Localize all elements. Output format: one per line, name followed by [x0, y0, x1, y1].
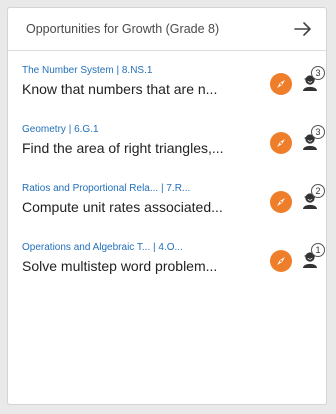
growth-card: Opportunities for Growth (Grade 8) The N… — [7, 7, 327, 405]
students-button[interactable]: 3 — [301, 66, 326, 95]
students-button[interactable]: 2 — [301, 184, 326, 213]
explore-button[interactable] — [270, 73, 292, 95]
compass-icon — [277, 80, 285, 88]
standard-description[interactable]: Compute unit rates associated... — [22, 199, 262, 216]
compass-icon — [277, 198, 285, 206]
standard-code: 6.G.1 — [74, 124, 99, 135]
student-count-badge: 3 — [311, 66, 325, 80]
standard-description[interactable]: Solve multistep word problem... — [22, 258, 262, 275]
list-item: Geometry | 6.G.1 Find the area of right … — [8, 124, 326, 183]
list-item: The Number System | 8.NS.1 Know that num… — [8, 65, 326, 124]
standard-link[interactable]: Operations and Algebraic T... | 4.O... — [22, 242, 252, 254]
standard-code: 7.R... — [166, 183, 191, 194]
student-count-badge: 3 — [311, 125, 325, 139]
explore-button[interactable] — [270, 191, 292, 213]
domain-name: Operations and Algebraic T... — [22, 242, 151, 253]
standard-code: 4.O... — [158, 242, 183, 253]
arrow-right-icon — [294, 22, 311, 36]
standard-description[interactable]: Find the area of right triangles,... — [22, 140, 262, 157]
compass-icon — [277, 257, 285, 265]
list-item: Ratios and Proportional Rela... | 7.R...… — [8, 183, 326, 242]
domain-name: Geometry — [22, 124, 66, 135]
view-all-button[interactable] — [291, 17, 315, 41]
explore-button[interactable] — [270, 132, 292, 154]
standard-link[interactable]: Geometry | 6.G.1 — [22, 124, 252, 136]
standards-list: The Number System | 8.NS.1 Know that num… — [8, 51, 326, 301]
student-count-badge: 1 — [311, 243, 325, 257]
domain-name: The Number System — [22, 65, 114, 76]
standard-link[interactable]: Ratios and Proportional Rela... | 7.R... — [22, 183, 252, 195]
standard-description[interactable]: Know that numbers that are n... — [22, 81, 262, 98]
explore-button[interactable] — [270, 250, 292, 272]
card-header: Opportunities for Growth (Grade 8) — [8, 8, 326, 51]
list-item: Operations and Algebraic T... | 4.O... S… — [8, 242, 326, 301]
domain-name: Ratios and Proportional Rela... — [22, 183, 159, 194]
card-title: Opportunities for Growth (Grade 8) — [26, 22, 220, 36]
students-button[interactable]: 3 — [301, 125, 326, 154]
standard-link[interactable]: The Number System | 8.NS.1 — [22, 65, 252, 77]
compass-icon — [277, 139, 285, 147]
students-button[interactable]: 1 — [301, 243, 326, 272]
standard-code: 8.NS.1 — [121, 65, 153, 76]
student-count-badge: 2 — [311, 184, 325, 198]
